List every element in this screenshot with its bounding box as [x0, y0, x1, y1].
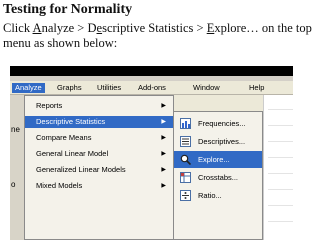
- submenu-item-ratio[interactable]: Ratio...: [174, 187, 262, 204]
- menu-window[interactable]: Window: [190, 83, 223, 93]
- submenu-arrow-icon: ▶: [161, 151, 166, 157]
- submenu-item-descriptives[interactable]: Descriptives...: [174, 133, 262, 150]
- menu-item-generalized-linear-models[interactable]: Generalized Linear Models ▶: [25, 164, 173, 176]
- submenu-item-explore[interactable]: Explore...: [174, 151, 262, 168]
- explore-icon: [180, 154, 191, 165]
- menu-add-ons[interactable]: Add-ons: [135, 83, 169, 93]
- descriptive-statistics-submenu: Frequencies... Descriptives... Explore..…: [173, 111, 263, 240]
- menu-graphs[interactable]: Graphs: [54, 83, 85, 93]
- submenu-arrow-icon: ▶: [161, 103, 166, 109]
- submenu-item-crosstabs[interactable]: Crosstabs...: [174, 169, 262, 186]
- crosstabs-icon: [180, 172, 191, 183]
- data-editor-edge: ne o: [10, 95, 25, 240]
- frequencies-icon: [180, 118, 191, 129]
- submenu-arrow-icon: ▶: [161, 119, 166, 125]
- data-grid-edge: [263, 95, 293, 240]
- descriptives-icon: [180, 136, 191, 147]
- toolbar-strip: [10, 76, 293, 81]
- column-fragment: ne: [11, 125, 20, 134]
- menu-item-mixed-models[interactable]: Mixed Models ▶: [25, 180, 173, 192]
- menu-bar: Analyze Graphs Utilities Add-ons Window …: [10, 82, 293, 95]
- menu-item-descriptive-statistics[interactable]: Descriptive Statistics ▶: [25, 116, 173, 128]
- slide-title: Testing for Normality: [3, 2, 133, 17]
- menu-item-general-linear-model[interactable]: General Linear Model ▶: [25, 148, 173, 160]
- column-fragment: o: [11, 180, 16, 189]
- submenu-item-frequencies[interactable]: Frequencies...: [174, 115, 262, 132]
- submenu-arrow-icon: ▶: [161, 135, 166, 141]
- menu-analyze[interactable]: Analyze: [12, 83, 45, 93]
- menu-item-compare-means[interactable]: Compare Means ▶: [25, 132, 173, 144]
- menu-help[interactable]: Help: [246, 83, 267, 93]
- menu-item-reports[interactable]: Reports ▶: [25, 100, 173, 112]
- instruction-text: Click Analyze > Descriptive Statistics >…: [3, 21, 312, 50]
- menu-utilities[interactable]: Utilities: [94, 83, 124, 93]
- ratio-icon: [180, 190, 191, 201]
- title-bar: [10, 66, 293, 76]
- analyze-menu: Reports ▶ Descriptive Statistics ▶ Compare…: [24, 95, 174, 240]
- spss-screenshot: Analyze Graphs Utilities Add-ons Window …: [10, 66, 293, 240]
- submenu-arrow-icon: ▶: [161, 183, 166, 189]
- submenu-arrow-icon: ▶: [161, 167, 166, 173]
